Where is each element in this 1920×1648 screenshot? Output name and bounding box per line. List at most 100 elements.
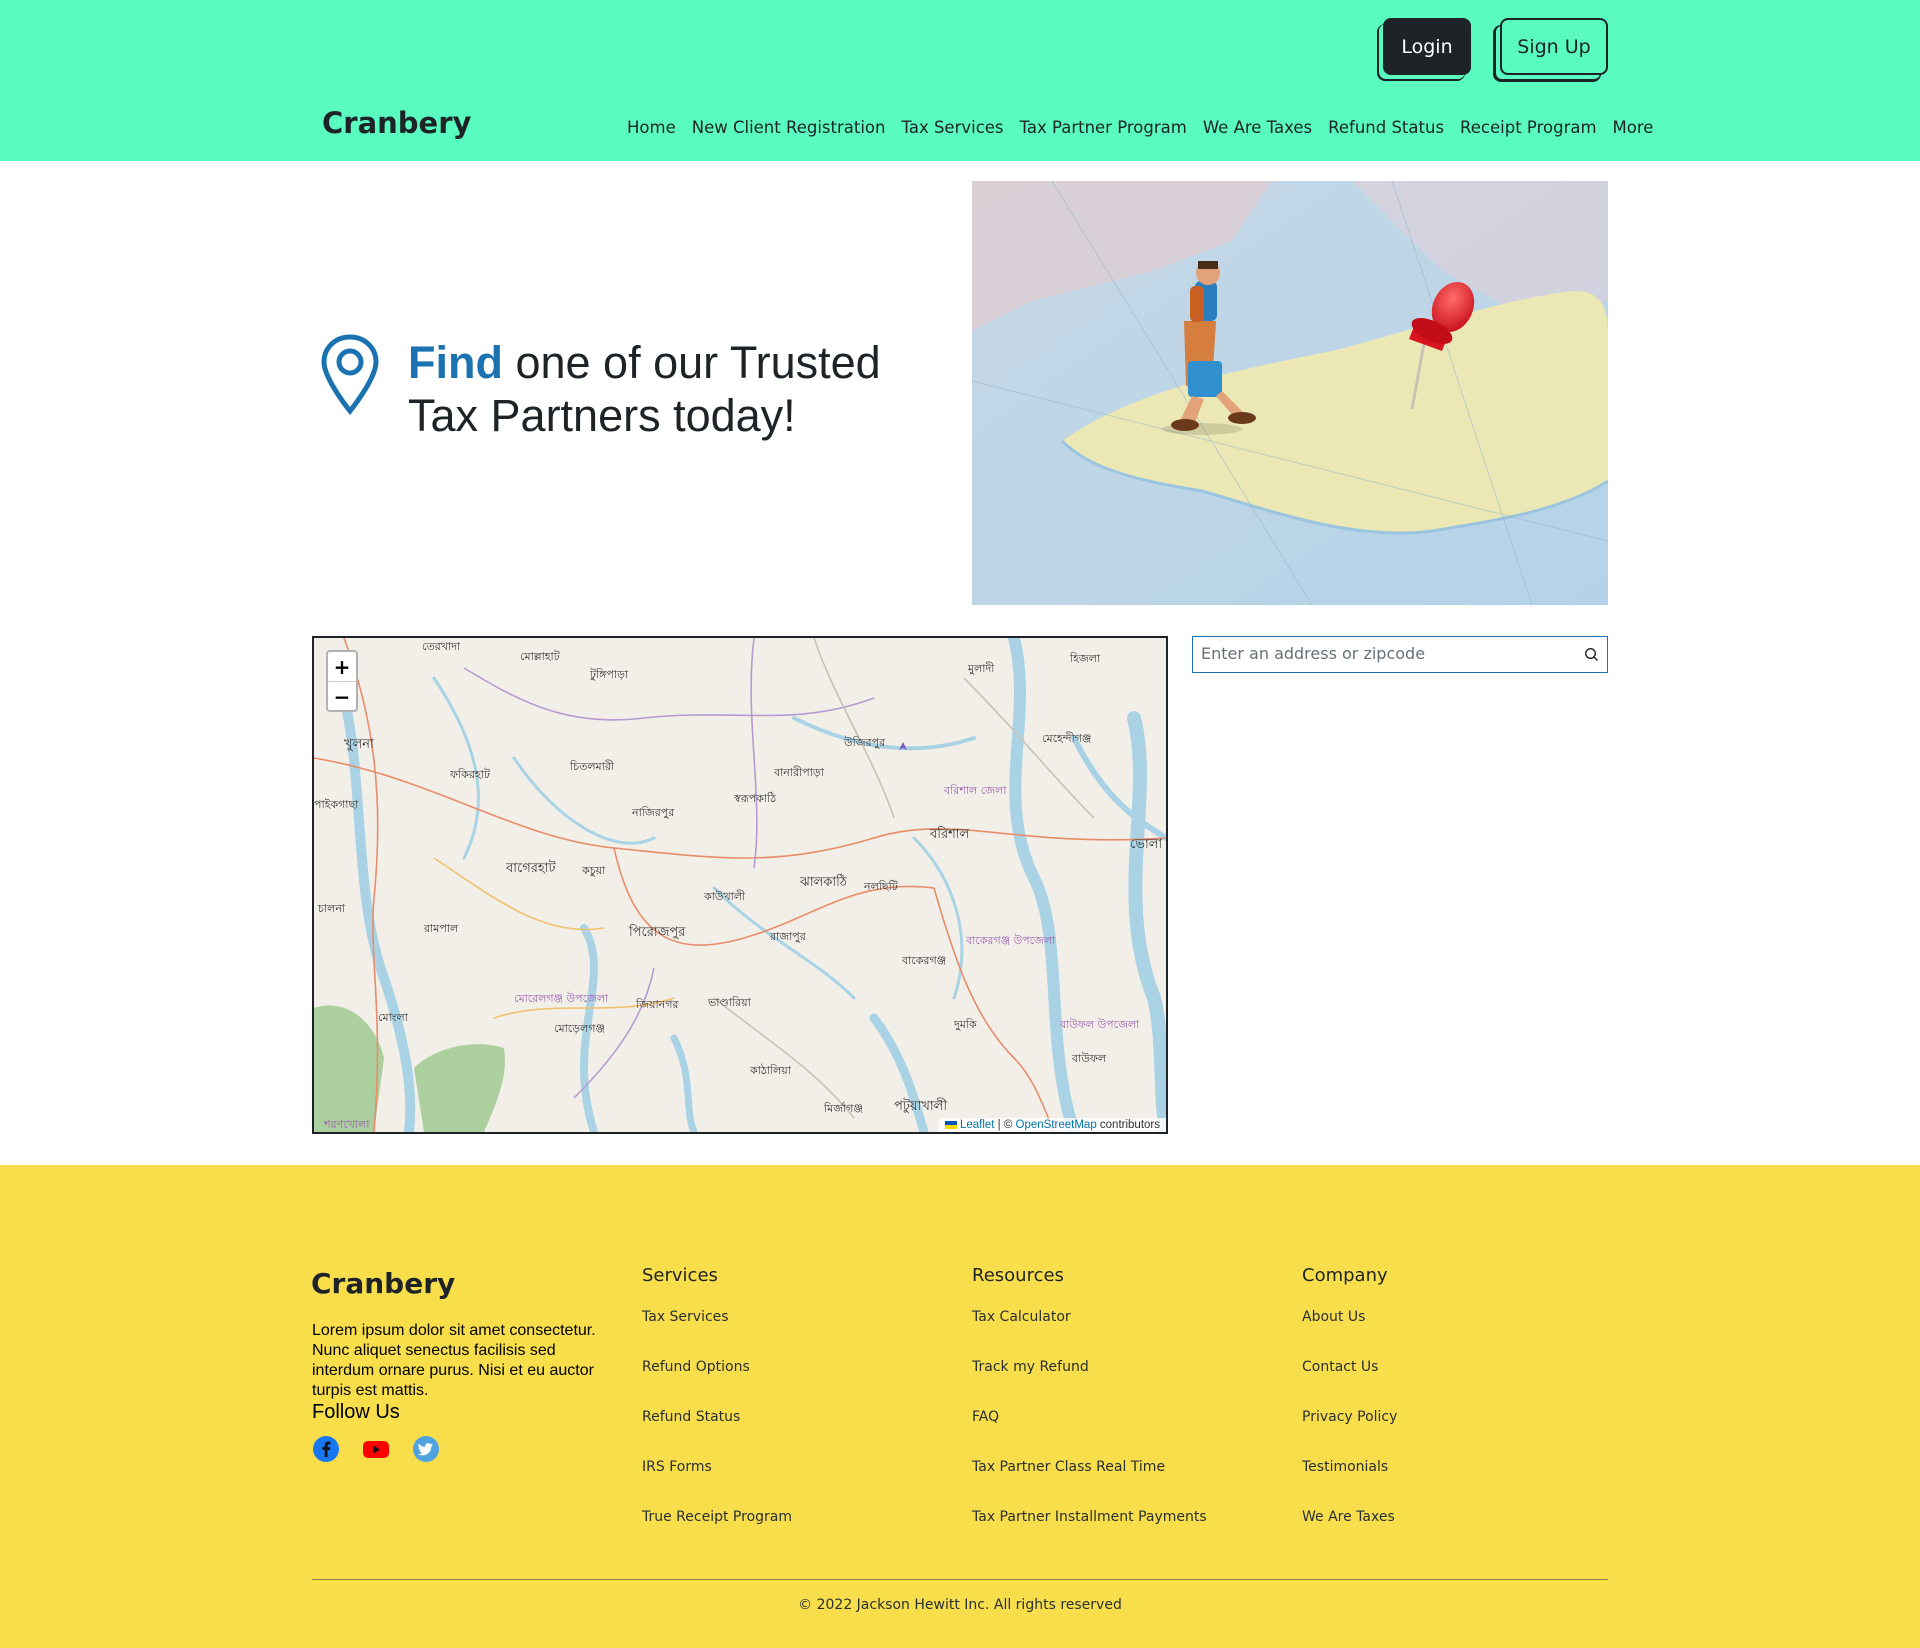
footer-link-tax-calculator[interactable]: Tax Calculator [972, 1309, 1207, 1359]
footer-heading-resources: Resources [972, 1265, 1064, 1286]
map-label-jhalokati: ঝালকাঠি [799, 874, 848, 890]
map-label-mirzaganj: মির্জাগঞ্জ [823, 1102, 863, 1115]
attribution-tail: contributors [1096, 1119, 1160, 1131]
map-label-bhola: ভোলা [1130, 837, 1162, 852]
footer-link-about-us[interactable]: About Us [1302, 1309, 1397, 1359]
footer-column-resources: Resources Tax Calculator Track my Refund… [972, 1265, 1207, 1559]
map-label-pirojpur: পিরোজপুর [628, 924, 686, 940]
footer-link-refund-status[interactable]: Refund Status [642, 1409, 792, 1459]
map-label-mehendiganj: মেহেন্দীগঞ্জ [1042, 732, 1091, 745]
map-label-kathalia: কাঠালিয়া [749, 1064, 792, 1077]
search-icon[interactable] [1584, 647, 1599, 662]
map-label-bhandaria: ভাণ্ডারিয়া [707, 996, 752, 1009]
footer-link-true-receipt-program[interactable]: True Receipt Program [642, 1509, 792, 1559]
nav-tax-partner-program[interactable]: Tax Partner Program [1020, 118, 1187, 137]
site-footer [0, 1165, 1920, 1648]
zoom-out-button[interactable]: − [328, 682, 356, 711]
copyright-text: © 2022 Jackson Hewitt Inc. All rights re… [798, 1597, 1122, 1613]
map-label-bakerganj-upazila: বাকেরগঞ্জ উপজেলা [965, 934, 1056, 947]
facebook-icon[interactable] [312, 1435, 340, 1463]
site-header: Login Sign Up Cranbery Home New Client R… [0, 0, 1920, 161]
signup-button[interactable]: Sign Up [1500, 18, 1608, 75]
map-label-barishal-district: বরিশাল জেলা [943, 784, 1007, 797]
footer-link-we-are-taxes[interactable]: We Are Taxes [1302, 1509, 1397, 1559]
map-label-mollahat: মোল্লাহাট [520, 650, 561, 663]
footer-link-tax-services[interactable]: Tax Services [642, 1309, 792, 1359]
map-label-bagerhat: বাগেরহাট [505, 860, 556, 876]
map-attribution: Leaflet | © OpenStreetMap contributors [938, 1118, 1166, 1132]
footer-link-privacy-policy[interactable]: Privacy Policy [1302, 1409, 1397, 1459]
map-label-swarupkathi: স্বরূপকাঠি [733, 792, 777, 805]
map-label-bauphal: বাউফল [1071, 1052, 1107, 1065]
follow-us-heading: Follow Us [312, 1401, 400, 1423]
twitter-icon[interactable] [412, 1435, 440, 1463]
map-label-rampal: রামপাল [423, 922, 459, 935]
map-label-morrelganj-upazila: মোরেলগঞ্জ উপজেলা [514, 992, 609, 1005]
site-logo[interactable]: Cranbery [322, 106, 471, 140]
footer-heading-services: Services [642, 1265, 718, 1286]
map-label-kawkhali: কাউখালী [703, 890, 746, 903]
login-button[interactable]: Login [1383, 18, 1471, 75]
map-zoom-control: + − [326, 650, 358, 712]
address-search-input[interactable] [1193, 637, 1569, 670]
map-label-barishal: বরিশাল [929, 826, 970, 842]
map-label-patuakhali: পটুয়াখালী [894, 1098, 947, 1114]
footer-link-irs-forms[interactable]: IRS Forms [642, 1459, 792, 1509]
hero-title-accent: Find [408, 337, 503, 388]
nav-refund-status[interactable]: Refund Status [1328, 118, 1444, 137]
map-label-nalchity: নলছিটি [863, 880, 899, 893]
hero-image [972, 181, 1608, 605]
map-label-chalna: চালনা [317, 902, 346, 915]
map-label-muladi: মুলাদী [967, 662, 995, 675]
footer-logo[interactable]: Cranbery [311, 1267, 455, 1300]
nav-we-are-taxes[interactable]: We Are Taxes [1203, 118, 1312, 137]
map-label-rajapur: রাজাপুর [769, 930, 807, 943]
map-label-chitalmari: চিতলমারী [569, 760, 615, 773]
footer-link-testimonials[interactable]: Testimonials [1302, 1459, 1397, 1509]
map-label-bauphal-upazila: বাউফল উপজেলা [1059, 1018, 1140, 1031]
nav-more[interactable]: More [1613, 118, 1654, 137]
footer-column-services: Services Tax Services Refund Options Ref… [642, 1265, 792, 1559]
map-label-fakirhat: ফকিরহাট [449, 768, 491, 781]
leaflet-link[interactable]: Leaflet [960, 1119, 995, 1131]
map-label-morrelganj: মোড়েলগঞ্জ [554, 1022, 605, 1035]
main-nav: Home New Client Registration Tax Service… [627, 118, 1669, 137]
map-label-khulna: খুলনা [344, 737, 374, 752]
nav-tax-services[interactable]: Tax Services [901, 118, 1003, 137]
footer-link-tax-partner-class[interactable]: Tax Partner Class Real Time [972, 1459, 1207, 1509]
map-label-sharankhola: শরণখোলা [323, 1118, 370, 1131]
location-pin-icon [321, 334, 379, 415]
footer-heading-company: Company [1302, 1265, 1388, 1286]
map-label-paikgachha: পাইকগাছা [314, 798, 359, 811]
map-label-dumki: দুমকি [953, 1018, 977, 1031]
osm-link[interactable]: OpenStreetMap [1016, 1119, 1097, 1131]
footer-link-tax-partner-installment[interactable]: Tax Partner Installment Payments [972, 1509, 1207, 1559]
leaflet-map[interactable]: খুলনা ফকিরহাট চিতলমারী বাগেরহাট কচুয়া র… [312, 636, 1168, 1134]
footer-divider [312, 1579, 1608, 1580]
nav-new-client-registration[interactable]: New Client Registration [692, 118, 886, 137]
hero-title: Find one of our Trusted Tax Partners tod… [408, 336, 928, 442]
map-label-tungipara: টুঙ্গিপাড়া [589, 668, 629, 681]
footer-link-track-my-refund[interactable]: Track my Refund [972, 1359, 1207, 1409]
address-search [1192, 636, 1608, 673]
attribution-separator: | © [994, 1119, 1016, 1131]
map-label-hizla: হিজলা [1069, 652, 1101, 665]
map-label-nazirpur: নাজিরপুর [631, 806, 675, 819]
map-label-bakerganj: বাকেরগঞ্জ [901, 954, 946, 967]
nav-home[interactable]: Home [627, 118, 676, 137]
footer-column-company: Company About Us Contact Us Privacy Poli… [1302, 1265, 1397, 1559]
social-links [312, 1435, 440, 1463]
nav-receipt-program[interactable]: Receipt Program [1460, 118, 1597, 137]
map-label-mongla: মোংলা [378, 1011, 409, 1024]
footer-link-faq[interactable]: FAQ [972, 1409, 1207, 1459]
youtube-icon[interactable] [362, 1435, 390, 1463]
map-label-kachua: কচুয়া [581, 864, 606, 877]
footer-link-refund-options[interactable]: Refund Options [642, 1359, 792, 1409]
footer-description: Lorem ipsum dolor sit amet consectetur. … [312, 1322, 596, 1399]
map-label-uzirpur: উজিরপুর [843, 736, 886, 749]
zoom-in-button[interactable]: + [328, 652, 356, 682]
map-label-terokhada: তেরখাদা [422, 640, 461, 653]
ukraine-flag-icon [944, 1120, 957, 1129]
footer-link-contact-us[interactable]: Contact Us [1302, 1359, 1397, 1409]
map-label-ziaanagar: জিয়ানগর [635, 998, 679, 1011]
